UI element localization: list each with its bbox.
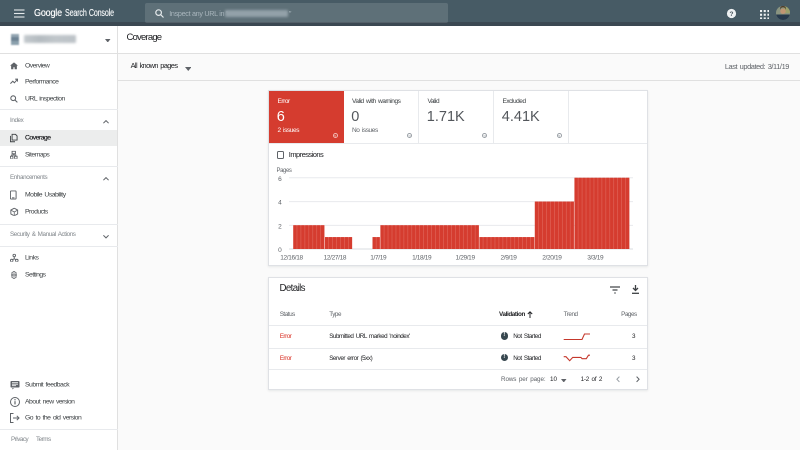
svg-text:1/29/19: 1/29/19 — [455, 255, 475, 262]
svg-text:1/7/19: 1/7/19 — [370, 255, 387, 262]
svg-text:6: 6 — [278, 176, 282, 183]
svg-text:12/16/18: 12/16/18 — [280, 255, 303, 262]
svg-text:2: 2 — [278, 223, 282, 230]
svg-text:?: ? — [730, 11, 734, 18]
svg-text:2/9/19: 2/9/19 — [501, 255, 518, 262]
svg-text:1/18/19: 1/18/19 — [412, 255, 432, 262]
svg-text:2/20/19: 2/20/19 — [542, 255, 562, 262]
svg-text:4: 4 — [278, 200, 282, 207]
svg-text:12/27/18: 12/27/18 — [324, 255, 347, 262]
svg-text:3/3/19: 3/3/19 — [587, 255, 604, 262]
